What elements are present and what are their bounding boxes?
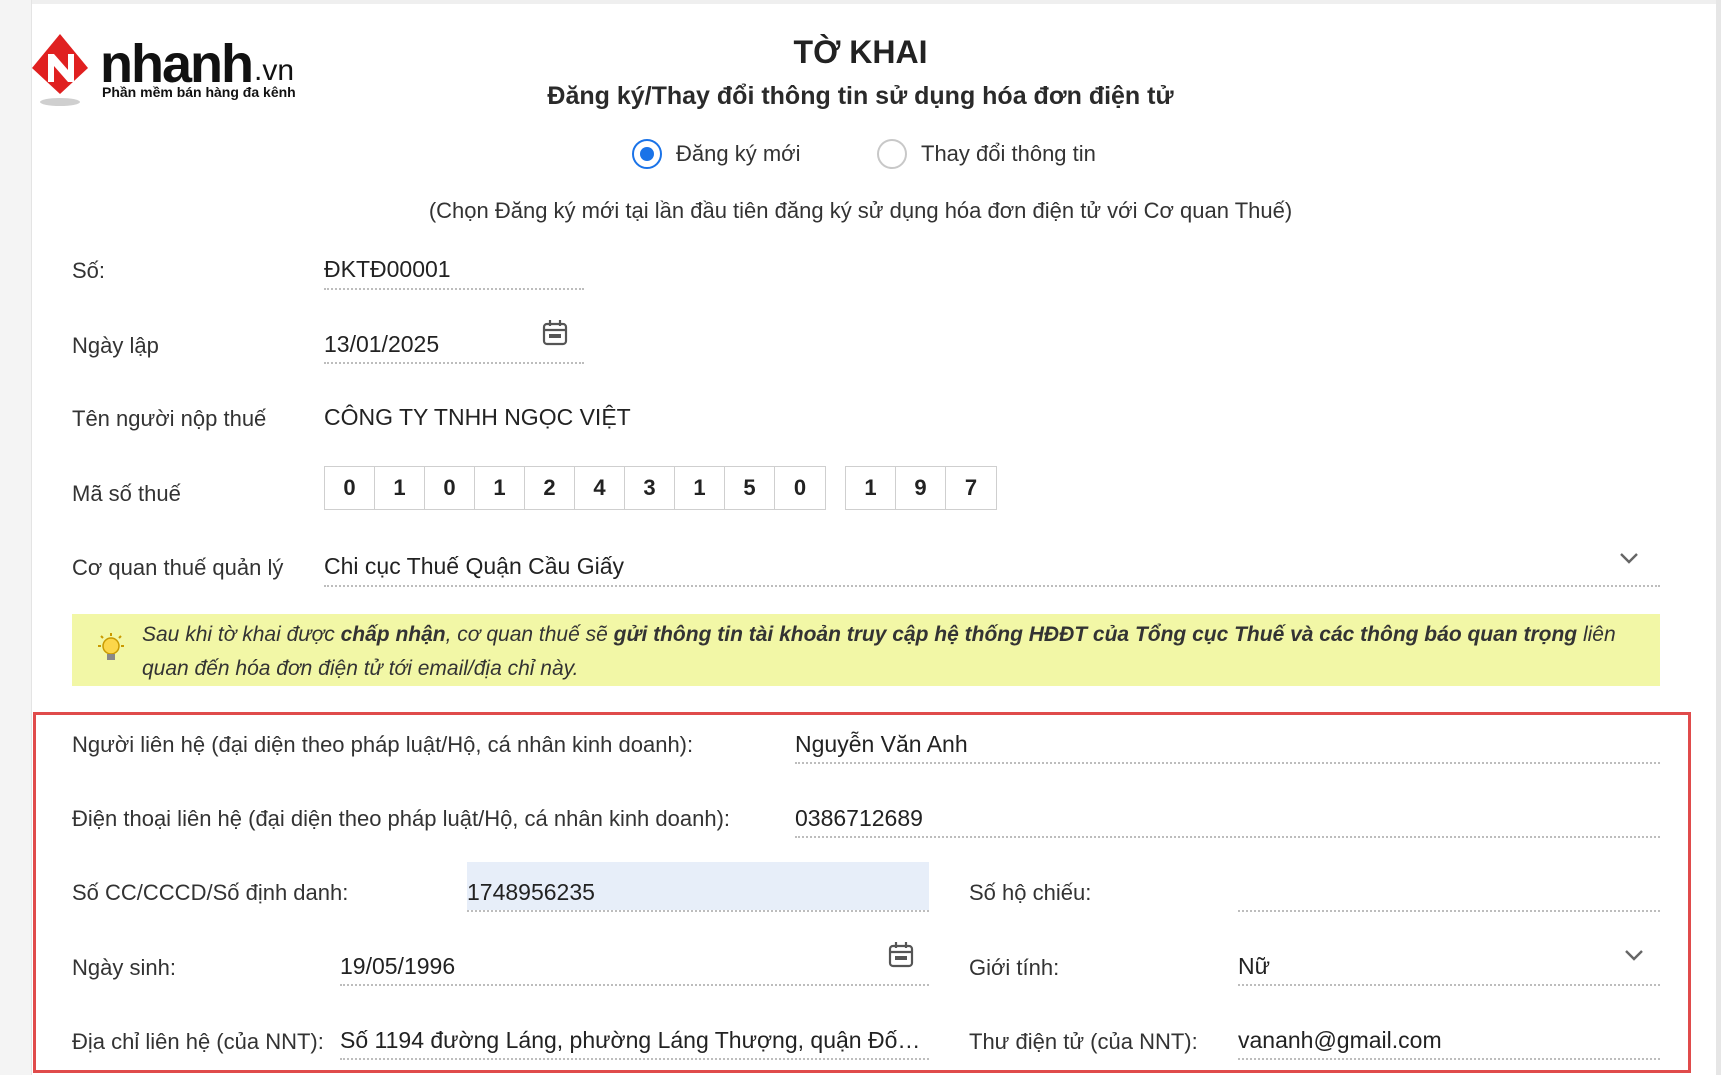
email-field[interactable]: vananh@gmail.com <box>1238 1027 1658 1054</box>
tax-digit: 2 <box>525 467 575 509</box>
radio-dang-ky-moi[interactable]: Đăng ký mới <box>632 136 800 172</box>
dien-thoai-label: Điện thoại liên hệ (đại diện theo pháp l… <box>72 806 731 831</box>
ngay-sinh-label: Ngày sinh: <box>72 955 176 980</box>
gioi-tinh-select[interactable]: Nữ <box>1238 953 1598 980</box>
registration-hint: (Chọn Đăng ký mới tại lần đầu tiên đăng … <box>428 198 1293 223</box>
tax-digit: 4 <box>575 467 625 509</box>
cccd-field[interactable]: 1748956235 <box>467 879 922 906</box>
ngay-lap-field[interactable]: 13/01/2025 <box>324 331 524 358</box>
tax-code-boxes: 0 1 0 1 2 4 3 1 5 0 <box>324 466 826 510</box>
dien-thoai-field[interactable]: 0386712689 <box>795 805 1655 832</box>
notice-banner: Sau khi tờ khai được chấp nhận, cơ quan … <box>72 614 1660 686</box>
so-label: Số: <box>72 258 106 283</box>
chevron-down-icon[interactable] <box>1618 550 1640 566</box>
ngay-lap-underline <box>324 362 584 364</box>
email-underline <box>1238 1058 1660 1060</box>
ten-nguoi-nop-thue-value: CÔNG TY TNHH NGỌC VIỆT <box>324 404 631 430</box>
tax-suffix-digit: 1 <box>846 467 896 509</box>
page-title: TỜ KHAI <box>793 34 928 70</box>
tax-suffix-digit: 7 <box>964 475 978 500</box>
nguoi-lien-he-underline <box>795 762 1660 764</box>
so-underline <box>324 288 584 290</box>
tax-digit: 3 <box>625 467 675 509</box>
co-quan-thue-label: Cơ quan thuế quản lý <box>72 555 284 580</box>
dia-chi-label: Địa chỉ liên hệ (của NNT): <box>72 1029 324 1054</box>
tax-digit: 0 <box>325 467 375 509</box>
dien-thoai-underline <box>795 836 1660 838</box>
top-edge <box>32 0 1716 4</box>
co-quan-thue-select[interactable]: Chi cục Thuế Quận Cầu Giấy <box>324 553 1584 580</box>
left-edge <box>0 0 32 1075</box>
tax-digit: 1 <box>475 467 525 509</box>
ho-chieu-underline <box>1238 910 1660 912</box>
tax-digit: 1 <box>675 467 725 509</box>
cccd-underline <box>467 910 929 912</box>
radio-unchecked-icon <box>877 139 907 169</box>
lightbulb-icon <box>98 633 124 660</box>
page-subtitle: Đăng ký/Thay đổi thông tin sử dụng hóa đ… <box>547 82 1174 110</box>
ho-chieu-label: Số hộ chiếu: <box>969 880 1092 905</box>
tax-digit: 0 <box>425 467 475 509</box>
tax-digit: 0 <box>793 475 807 500</box>
nguoi-lien-he-field[interactable]: Nguyễn Văn Anh <box>795 731 1655 758</box>
radio-label: Đăng ký mới <box>676 141 801 166</box>
ngay-lap-label: Ngày lập <box>72 333 159 358</box>
gioi-tinh-underline <box>1238 984 1660 986</box>
scrollbar[interactable] <box>1716 0 1721 1075</box>
radio-thay-doi-thong-tin[interactable]: Thay đổi thông tin <box>877 136 1096 172</box>
radio-label: Thay đổi thông tin <box>921 141 1096 166</box>
chevron-down-icon[interactable] <box>1623 947 1645 963</box>
nguoi-lien-he-label: Người liên hệ (đại diện theo pháp luật/H… <box>72 732 694 757</box>
tax-suffix-digit: 9 <box>896 467 946 509</box>
tax-code-suffix-boxes: 1 9 7 <box>845 466 997 510</box>
so-field[interactable]: ĐKTĐ00001 <box>324 256 582 283</box>
gioi-tinh-label: Giới tính: <box>969 955 1060 980</box>
ma-so-thue-label: Mã số thuế <box>72 481 181 506</box>
dia-chi-field[interactable]: Số 1194 đường Láng, phường Láng Thượng, … <box>340 1027 929 1054</box>
calendar-icon[interactable] <box>888 941 914 969</box>
email-label: Thư điện tử (của NNT): <box>969 1029 1198 1054</box>
ngay-sinh-underline <box>340 984 929 986</box>
notice-text: Sau khi tờ khai được chấp nhận, cơ quan … <box>142 623 1616 680</box>
radio-checked-icon <box>632 139 662 169</box>
ten-nguoi-nop-thue-label: Tên người nộp thuế <box>72 406 267 431</box>
tax-digit: 1 <box>375 467 425 509</box>
tax-digit: 5 <box>725 467 775 509</box>
co-quan-thue-underline <box>324 585 1660 587</box>
calendar-icon[interactable] <box>542 319 568 347</box>
ngay-sinh-field[interactable]: 19/05/1996 <box>340 953 840 980</box>
cccd-label: Số CC/CCCD/Số định danh: <box>72 880 349 905</box>
dia-chi-underline <box>340 1058 929 1060</box>
page: nhanh .vn Phần mềm bán hàng đa kênh TỜ K… <box>0 0 1721 1075</box>
